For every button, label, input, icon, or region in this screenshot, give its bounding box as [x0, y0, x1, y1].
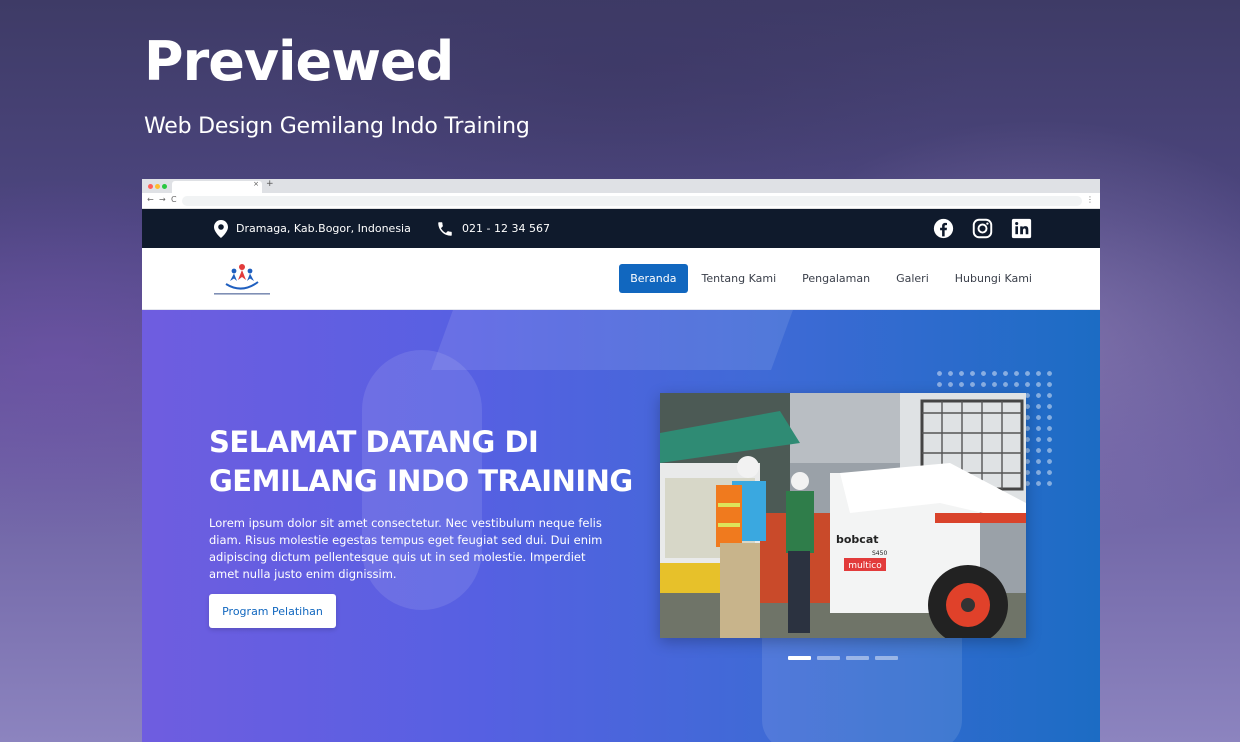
carousel-indicators	[788, 656, 898, 660]
window-minimize-dot[interactable]	[155, 184, 160, 189]
nav-pengalaman[interactable]: Pengalaman	[790, 265, 882, 292]
main-navbar: Beranda Tentang Kami Pengalaman Galeri H…	[142, 248, 1100, 310]
showcase-title: Previewed	[144, 30, 454, 93]
photo-machine-code: S450	[872, 550, 887, 557]
tab-close-icon[interactable]: ×	[253, 180, 259, 188]
instagram-icon[interactable]	[972, 218, 993, 239]
browser-window: × + ← → C ⋮ Dramaga, Kab.Bogor, Indonesi…	[142, 179, 1100, 742]
new-tab-icon[interactable]: +	[266, 179, 274, 189]
browser-menu-icon[interactable]: ⋮	[1086, 195, 1094, 204]
hero-section: SELAMAT DATANG DI GEMILANG INDO TRAINING…	[142, 310, 1100, 742]
location-pin-icon	[214, 219, 228, 238]
carousel-indicator-2[interactable]	[817, 656, 840, 660]
social-links	[933, 218, 1032, 239]
nav-beranda[interactable]: Beranda	[619, 264, 688, 293]
window-maximize-dot[interactable]	[162, 184, 167, 189]
back-icon[interactable]: ←	[147, 195, 154, 204]
hero-bg-beam	[431, 310, 793, 370]
carousel-indicator-3[interactable]	[846, 656, 869, 660]
browser-tab[interactable]: ×	[172, 180, 262, 193]
reload-icon[interactable]: C	[171, 195, 177, 204]
location-info: Dramaga, Kab.Bogor, Indonesia	[214, 209, 411, 248]
nav-galeri[interactable]: Galeri	[884, 265, 941, 292]
hero-heading: SELAMAT DATANG DI GEMILANG INDO TRAINING	[209, 425, 633, 498]
nav-links: Beranda Tentang Kami Pengalaman Galeri H…	[617, 264, 1044, 293]
showcase-subtitle: Web Design Gemilang Indo Training	[144, 114, 530, 139]
hero-paragraph: Lorem ipsum dolor sit amet consectetur. …	[209, 516, 603, 581]
phone-info: 021 - 12 34 567	[436, 209, 550, 248]
carousel-indicator-1[interactable]	[788, 656, 811, 660]
browser-tab-strip: × +	[142, 179, 1100, 193]
phone-text: 021 - 12 34 567	[462, 222, 550, 235]
program-pelatihan-button[interactable]: Program Pelatihan	[209, 594, 336, 628]
photo-machine-brand: bobcat	[836, 533, 879, 546]
location-text: Dramaga, Kab.Bogor, Indonesia	[236, 222, 411, 235]
nav-hubungi-kami[interactable]: Hubungi Kami	[943, 265, 1044, 292]
top-info-bar: Dramaga, Kab.Bogor, Indonesia 021 - 12 3…	[142, 209, 1100, 248]
browser-toolbar: ← → C ⋮	[142, 193, 1100, 209]
phone-icon	[438, 221, 452, 236]
forward-icon[interactable]: →	[159, 195, 166, 204]
linkedin-icon[interactable]	[1011, 218, 1032, 239]
address-bar[interactable]	[182, 196, 1082, 206]
training-photo-illustration: multico bobcat S450	[660, 393, 1026, 638]
carousel-indicator-4[interactable]	[875, 656, 898, 660]
photo-machine-label: multico	[848, 561, 882, 571]
facebook-icon[interactable]	[933, 218, 954, 239]
company-logo[interactable]	[210, 260, 274, 300]
nav-tentang-kami[interactable]: Tentang Kami	[690, 265, 789, 292]
hero-photo: multico bobcat S450	[660, 393, 1026, 638]
window-close-dot[interactable]	[148, 184, 153, 189]
